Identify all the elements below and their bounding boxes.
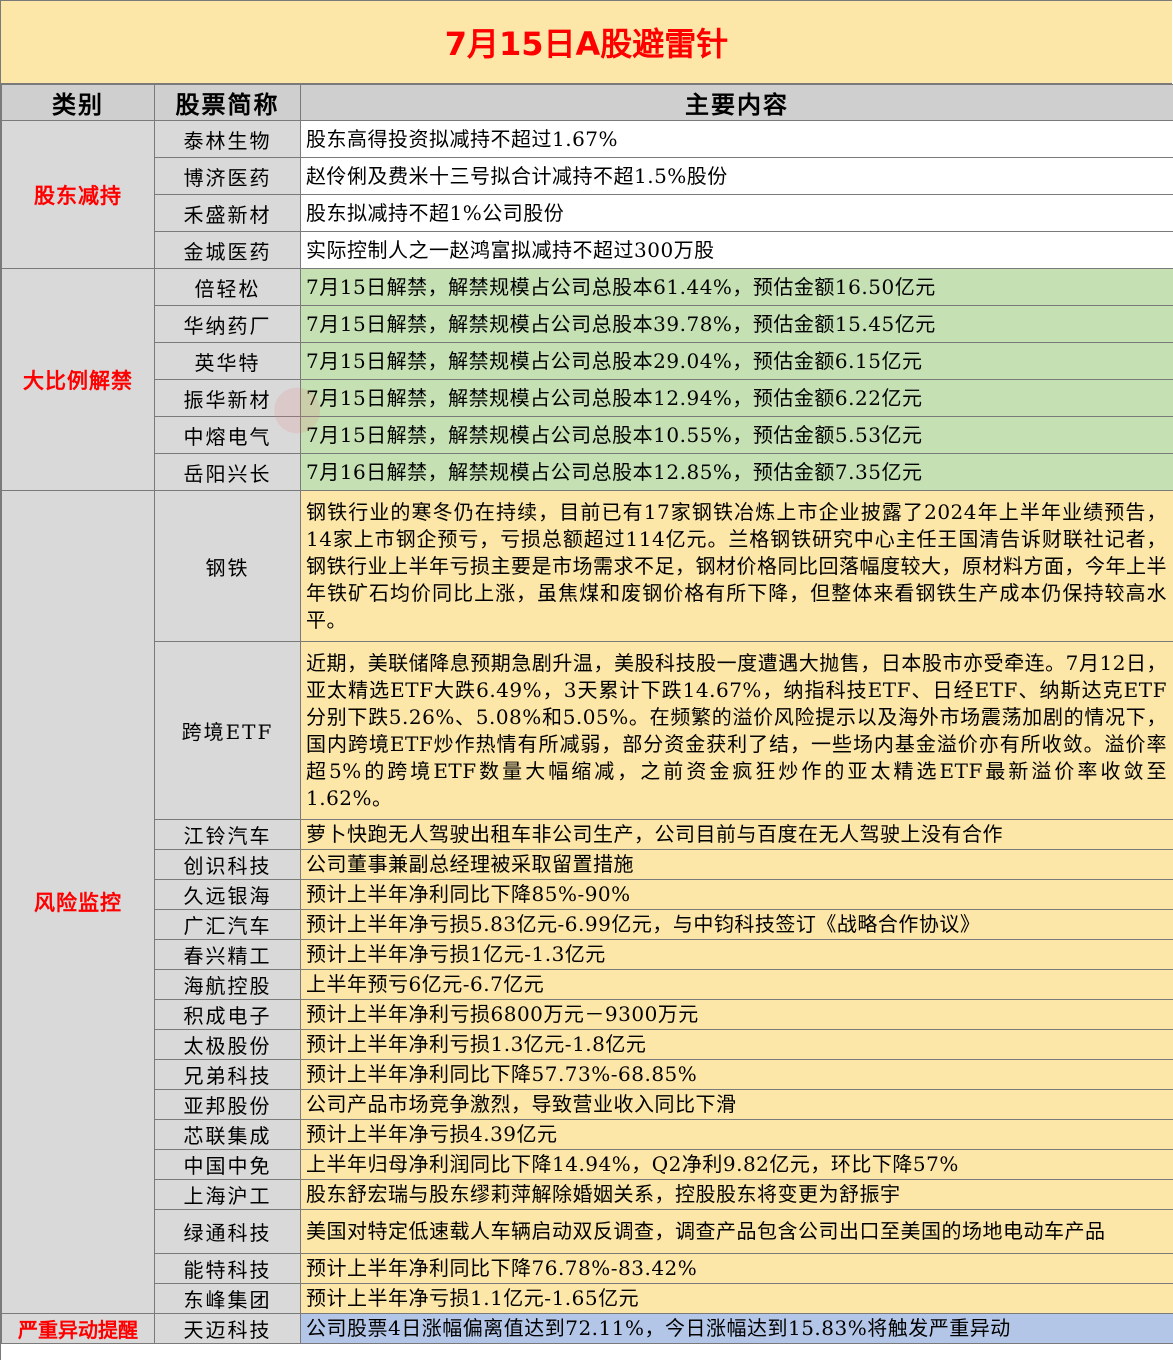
- sheet: 7月15日A股避雷针 类别 股票简称 主要内容 股东减持 泰林生物 股东高得投资拟减…: [0, 0, 1173, 1360]
- table-row: 中熔电气 7月15日解禁，解禁规模占公司总股本10.55%，预估金额5.53亿元: [2, 416, 1173, 454]
- table-row: 绿通科技 美国对特定低速载人车辆启动双反调查，调查产品包含公司出口至美国的场地电动…: [2, 1209, 1173, 1254]
- content-cell: 预计上半年净利亏损1.3亿元-1.8亿元: [300, 1029, 1173, 1060]
- table-row: 亚邦股份 公司产品市场竞争激烈，导致营业收入同比下滑: [2, 1089, 1173, 1120]
- category-cell: 股东减持: [1, 120, 155, 269]
- table-row: 江铃汽车 萝卜快跑无人驾驶出租车非公司生产，公司目前与百度在无人驾驶上没有合作: [2, 819, 1173, 850]
- content-cell: 萝卜快跑无人驾驶出租车非公司生产，公司目前与百度在无人驾驶上没有合作: [300, 819, 1173, 850]
- content-cell: 股东舒宏瑞与股东缪莉萍解除婚姻关系，控股股东将变更为舒振宇: [300, 1179, 1173, 1210]
- table-row: 上海沪工 股东舒宏瑞与股东缪莉萍解除婚姻关系，控股股东将变更为舒振宇: [2, 1179, 1173, 1210]
- header-stock: 股票简称: [154, 84, 301, 121]
- stock-name-cell: 中熔电气: [154, 416, 301, 454]
- content-cell: 实际控制人之一赵鸿富拟减持不超过300万股: [300, 231, 1173, 269]
- stock-name-cell: 海航控股: [154, 969, 301, 1000]
- page-title: 7月15日A股避雷针: [1, 1, 1172, 84]
- content-cell: 预计上半年净利同比下降57.73%-68.85%: [300, 1059, 1173, 1090]
- content-cell: 公司股票4日涨幅偏离值达到72.11%，今日涨幅达到15.83%将触发严重异动: [300, 1313, 1173, 1344]
- content-cell: 预计上半年净利亏损6800万元－9300万元: [300, 999, 1173, 1030]
- table-row: 跨境ETF 近期，美联储降息预期急剧升温，美股科技股一度遭遇大抛售，日本股市亦受牵…: [2, 641, 1173, 820]
- stock-name-cell: 太极股份: [154, 1029, 301, 1060]
- content-cell: 公司产品市场竞争激烈，导致营业收入同比下滑: [300, 1089, 1173, 1120]
- content-cell: 7月16日解禁，解禁规模占公司总股本12.85%，预估金额7.35亿元: [300, 453, 1173, 491]
- stock-name-cell: 金城医药: [154, 231, 301, 269]
- table-row: 华纳药厂 7月15日解禁，解禁规模占公司总股本39.78%，预估金额15.45亿元: [2, 305, 1173, 343]
- stock-name-cell: 亚邦股份: [154, 1089, 301, 1120]
- table-row: 太极股份 预计上半年净利亏损1.3亿元-1.8亿元: [2, 1029, 1173, 1060]
- table-row: 能特科技 预计上半年净利同比下降76.78%-83.42%: [2, 1253, 1173, 1284]
- category-cell: 风险监控: [1, 490, 155, 1314]
- content-cell: 预计上半年净亏损4.39亿元: [300, 1119, 1173, 1150]
- stock-name-cell: 广汇汽车: [154, 909, 301, 940]
- content-cell: 预计上半年净利同比下降76.78%-83.42%: [300, 1253, 1173, 1284]
- stock-name-cell: 上海沪工: [154, 1179, 301, 1210]
- content-cell: 钢铁行业的寒冬仍在持续，目前已有17家钢铁冶炼上市企业披露了2024年上半年业绩…: [300, 490, 1173, 642]
- table-row: 风险监控 钢铁 钢铁行业的寒冬仍在持续，目前已有17家钢铁冶炼上市企业披露了2024…: [1, 490, 1173, 1314]
- content-cell: 美国对特定低速载人车辆启动双反调查，调查产品包含公司出口至美国的场地电动车产品: [300, 1209, 1173, 1254]
- header-row: 类别 股票简称 主要内容: [1, 84, 1173, 121]
- table-row: 股东减持 泰林生物 股东高得投资拟减持不超过1.67%: [1, 120, 1173, 269]
- table-body: 股东减持 泰林生物 股东高得投资拟减持不超过1.67% 博济医药 赵伶俐及费米十三号拟合…: [1, 120, 1173, 1344]
- stock-name-cell: 芯联集成: [154, 1119, 301, 1150]
- content-cell: 预计上半年净亏损5.83亿元-6.99亿元，与中钧科技签订《战略合作协议》: [300, 909, 1173, 940]
- stock-name-cell: 绿通科技: [154, 1209, 301, 1254]
- category-cell: 大比例解禁: [1, 268, 155, 491]
- content-cell: 股东高得投资拟减持不超过1.67%: [300, 120, 1173, 158]
- table-row: 中国中免 上半年归母净利润同比下降14.94%，Q2净利9.82亿元，环比下降57…: [2, 1149, 1173, 1180]
- header-content: 主要内容: [300, 84, 1173, 121]
- stock-name-cell: 华纳药厂: [154, 305, 301, 343]
- table-row: 严重异动提醒 天迈科技 公司股票4日涨幅偏离值达到72.11%，今日涨幅达到15.8…: [1, 1313, 1173, 1344]
- risk-table: 类别 股票简称 主要内容 股东减持 泰林生物 股东高得投资拟减持不超过1.67% 博济…: [1, 84, 1173, 1344]
- stock-name-cell: 久远银海: [154, 879, 301, 910]
- content-cell: 上半年归母净利润同比下降14.94%，Q2净利9.82亿元，环比下降57%: [300, 1149, 1173, 1180]
- content-cell: 7月15日解禁，解禁规模占公司总股本61.44%，预估金额16.50亿元: [300, 268, 1173, 306]
- content-cell: 近期，美联储降息预期急剧升温，美股科技股一度遭遇大抛售，日本股市亦受牵连。7月1…: [300, 641, 1173, 820]
- stock-name-cell: 中国中免: [154, 1149, 301, 1180]
- content-cell: 赵伶俐及费米十三号拟合计减持不超1.5%股份: [300, 157, 1173, 195]
- table-row: 东峰集团 预计上半年净亏损1.1亿元-1.65亿元: [2, 1283, 1173, 1314]
- table-row: 岳阳兴长 7月16日解禁，解禁规模占公司总股本12.85%，预估金额7.35亿元: [2, 453, 1173, 491]
- stock-name-cell: 岳阳兴长: [154, 453, 301, 491]
- stock-name-cell: 英华特: [154, 342, 301, 380]
- stock-name-cell: 跨境ETF: [154, 641, 301, 820]
- content-cell: 股东拟减持不超1%公司股份: [300, 194, 1173, 232]
- content-cell: 预计上半年净亏损1.1亿元-1.65亿元: [300, 1283, 1173, 1314]
- content-cell: 预计上半年净亏损1亿元-1.3亿元: [300, 939, 1173, 970]
- table-row: 禾盛新材 股东拟减持不超1%公司股份: [2, 194, 1173, 232]
- stock-name-cell: 振华新材: [154, 379, 301, 417]
- content-cell: 公司董事兼副总经理被采取留置措施: [300, 849, 1173, 880]
- content-cell: 7月15日解禁，解禁规模占公司总股本39.78%，预估金额15.45亿元: [300, 305, 1173, 343]
- stock-name-cell: 泰林生物: [154, 120, 301, 158]
- stock-name-cell: 天迈科技: [154, 1313, 301, 1344]
- stock-name-cell: 兄弟科技: [154, 1059, 301, 1090]
- content-cell: 7月15日解禁，解禁规模占公司总股本10.55%，预估金额5.53亿元: [300, 416, 1173, 454]
- content-cell: 上半年预亏6亿元-6.7亿元: [300, 969, 1173, 1000]
- stock-name-cell: 江铃汽车: [154, 819, 301, 850]
- stock-name-cell: 博济医药: [154, 157, 301, 195]
- content-cell: 7月15日解禁，解禁规模占公司总股本29.04%，预估金额6.15亿元: [300, 342, 1173, 380]
- table-row: 久远银海 预计上半年净利同比下降85%-90%: [2, 879, 1173, 910]
- table-row: 芯联集成 预计上半年净亏损4.39亿元: [2, 1119, 1173, 1150]
- table-row: 春兴精工 预计上半年净亏损1亿元-1.3亿元: [2, 939, 1173, 970]
- stock-name-cell: 钢铁: [154, 490, 301, 642]
- table-row: 英华特 7月15日解禁，解禁规模占公司总股本29.04%，预估金额6.15亿元: [2, 342, 1173, 380]
- table-row: 海航控股 上半年预亏6亿元-6.7亿元: [2, 969, 1173, 1000]
- table-row: 广汇汽车 预计上半年净亏损5.83亿元-6.99亿元，与中钧科技签订《战略合作协议…: [2, 909, 1173, 940]
- table-row: 积成电子 预计上半年净利亏损6800万元－9300万元: [2, 999, 1173, 1030]
- stock-name-cell: 能特科技: [154, 1253, 301, 1284]
- stock-name-cell: 禾盛新材: [154, 194, 301, 232]
- table-row: 大比例解禁 倍轻松 7月15日解禁，解禁规模占公司总股本61.44%，预估金额16.…: [1, 268, 1173, 491]
- stock-name-cell: 创识科技: [154, 849, 301, 880]
- table-row: 金城医药 实际控制人之一赵鸿富拟减持不超过300万股: [2, 231, 1173, 269]
- table-row: 兄弟科技 预计上半年净利同比下降57.73%-68.85%: [2, 1059, 1173, 1090]
- stock-name-cell: 东峰集团: [154, 1283, 301, 1314]
- stock-name-cell: 倍轻松: [154, 268, 301, 306]
- content-cell: 7月15日解禁，解禁规模占公司总股本12.94%，预估金额6.22亿元: [300, 379, 1173, 417]
- table-row: 创识科技 公司董事兼副总经理被采取留置措施: [2, 849, 1173, 880]
- stock-name-cell: 春兴精工: [154, 939, 301, 970]
- table-row: 振华新材 7月15日解禁，解禁规模占公司总股本12.94%，预估金额6.22亿元: [2, 379, 1173, 417]
- category-cell: 严重异动提醒: [1, 1313, 155, 1344]
- table-row: 博济医药 赵伶俐及费米十三号拟合计减持不超1.5%股份: [2, 157, 1173, 195]
- stock-name-cell: 积成电子: [154, 999, 301, 1030]
- content-cell: 预计上半年净利同比下降85%-90%: [300, 879, 1173, 910]
- header-category: 类别: [1, 84, 155, 121]
